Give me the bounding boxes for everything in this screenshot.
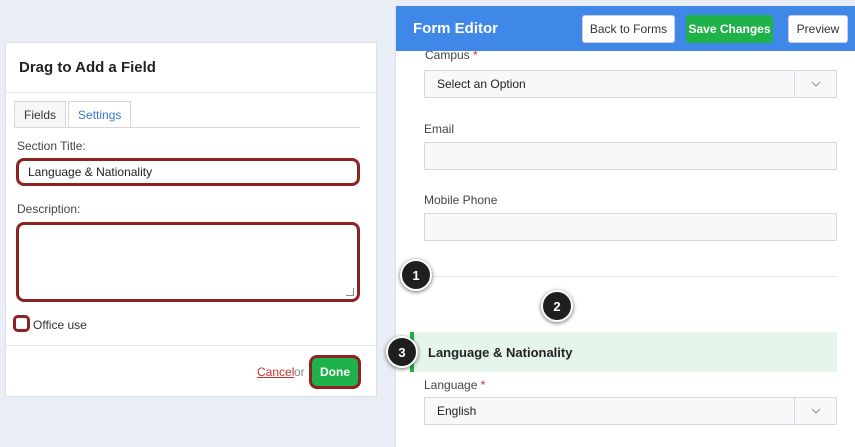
tab-divider: [14, 127, 360, 128]
campus-label-text: Campus: [425, 51, 470, 62]
step-marker-2: 2: [541, 290, 573, 322]
tab-settings[interactable]: Settings: [68, 101, 132, 128]
panel-header: Drag to Add a Field: [6, 43, 376, 93]
office-use-label: Office use: [33, 318, 87, 332]
campus-label: Campus *: [425, 51, 478, 63]
email-input[interactable]: [424, 142, 837, 170]
mobile-phone-label: Mobile Phone: [424, 193, 498, 207]
office-use-checkbox[interactable]: [13, 315, 30, 332]
panel-title: Drag to Add a Field: [19, 59, 156, 76]
section-title-input[interactable]: Language & Nationality: [16, 158, 360, 186]
panel-footer-divider: [5, 345, 377, 346]
editor-toolbar: Form Editor Back to Forms Save Changes P…: [396, 6, 855, 51]
language-select-value: English: [437, 404, 477, 418]
resize-grip-icon[interactable]: [346, 288, 354, 296]
description-textarea[interactable]: [16, 222, 360, 302]
mobile-phone-input[interactable]: [424, 213, 837, 241]
campus-select[interactable]: Select an Option: [424, 70, 837, 98]
done-button[interactable]: Done: [309, 355, 361, 389]
back-to-forms-button[interactable]: Back to Forms: [582, 15, 675, 43]
required-mark: *: [480, 378, 486, 392]
language-label: Language *: [424, 378, 485, 392]
save-changes-button[interactable]: Save Changes: [686, 15, 773, 43]
campus-select-value: Select an Option: [437, 77, 526, 91]
panel-tabs: Fields Settings: [14, 101, 133, 128]
or-text: or: [294, 365, 305, 379]
add-field-panel: Drag to Add a Field: [5, 42, 377, 397]
step-marker-1: 1: [400, 259, 432, 291]
preview-button[interactable]: Preview: [788, 15, 848, 43]
language-label-text: Language: [424, 378, 478, 392]
chevron-down-icon[interactable]: [794, 398, 836, 424]
tab-fields[interactable]: Fields: [14, 101, 67, 128]
cancel-link[interactable]: Cancel: [257, 365, 294, 379]
required-mark: *: [473, 51, 478, 62]
section-header[interactable]: Language & Nationality: [410, 332, 837, 372]
section-header-title: Language & Nationality: [428, 345, 573, 360]
section-title-label: Section Title:: [17, 139, 86, 153]
step-marker-3: 3: [386, 336, 418, 368]
editor-title: Form Editor: [413, 20, 498, 37]
form-editor-panel: Form Editor Back to Forms Save Changes P…: [395, 6, 855, 447]
section-divider: [424, 276, 837, 277]
email-label: Email: [424, 122, 455, 136]
chevron-down-icon[interactable]: [794, 71, 836, 97]
description-label: Description:: [17, 202, 81, 216]
language-select[interactable]: English: [424, 397, 837, 425]
